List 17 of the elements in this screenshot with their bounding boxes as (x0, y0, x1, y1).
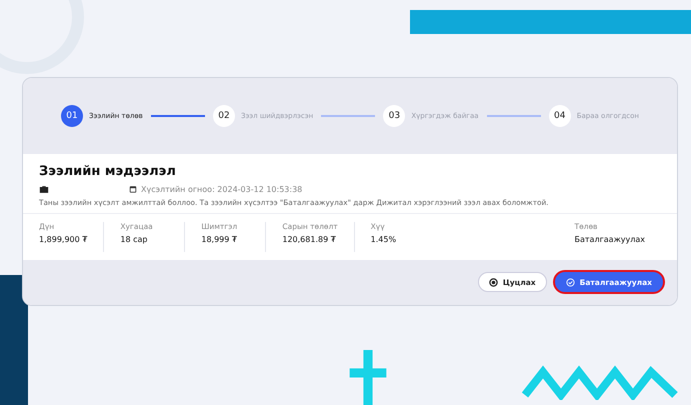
stat-value: 120,681.89 ₮ (282, 235, 337, 244)
briefcase-icon (39, 184, 49, 194)
stat-value: 1,899,900 ₮ (39, 235, 88, 244)
stat-value: 1.45% (370, 235, 398, 244)
section-title: Зээлийн мэдээлэл (39, 164, 177, 179)
status-value: Баталгаажуулах (574, 235, 645, 244)
calendar-icon (129, 185, 137, 193)
plus-decoration-icon (348, 350, 388, 405)
step-number: 04 (548, 105, 571, 127)
stat-value: 18,999 ₮ (201, 235, 238, 244)
step-number: 03 (383, 105, 406, 127)
stat-value: 18 сар (120, 235, 148, 244)
step-number: 02 (212, 105, 235, 127)
circle-icon (488, 278, 498, 286)
request-date: Хүсэлтийн огноо: 2024-03-12 10:53:38 (141, 184, 302, 194)
step-number: 01 (61, 105, 83, 127)
check-circle-icon (566, 278, 575, 286)
